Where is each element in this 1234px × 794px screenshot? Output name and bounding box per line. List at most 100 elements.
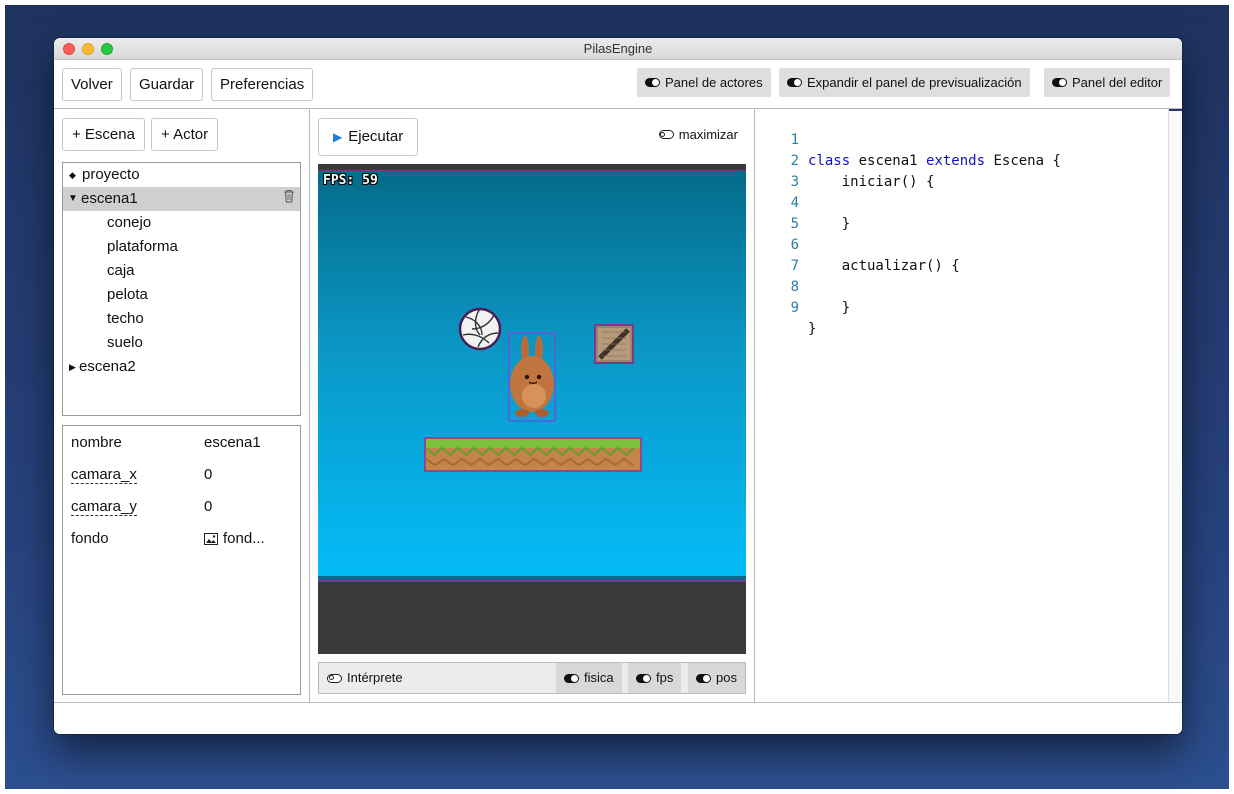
toggle-on-icon	[1052, 78, 1067, 87]
tree-item-actor[interactable]: pelota	[63, 283, 300, 307]
interpreter-toggle[interactable]: Intérprete	[327, 663, 403, 693]
toggle-on-icon	[787, 78, 802, 87]
status-bar	[54, 702, 1182, 734]
tree-item-label: caja	[107, 262, 135, 279]
tree-item-actor[interactable]: suelo	[63, 331, 300, 355]
code-editor[interactable]: 1 class escena1 extends Escena { 2 inici…	[755, 109, 1182, 702]
keyword: class	[808, 153, 851, 169]
property-value[interactable]: escena1	[204, 434, 261, 451]
property-value-image[interactable]: fond...	[204, 530, 265, 547]
toggle-on-icon	[564, 673, 579, 683]
code-line: 1 class escena1 extends Escena {	[755, 109, 1061, 169]
code-line: 2 iniciar() {	[755, 130, 935, 190]
preview-bottom-bar: Intérprete fisica fps pos	[318, 662, 746, 694]
ball-actor[interactable]	[458, 307, 502, 351]
image-icon	[204, 532, 218, 545]
physics-label: fisica	[584, 670, 614, 685]
code-text: Escena {	[985, 153, 1061, 169]
add-actor-button[interactable]: + Actor	[151, 118, 219, 151]
physics-toggle[interactable]: fisica	[556, 663, 622, 693]
property-value[interactable]: 0	[204, 498, 212, 515]
preview-panel: ▶ Ejecutar maximizar FPS: 59 Intérprete …	[310, 109, 755, 702]
code-line: 6 actualizar() {	[755, 214, 960, 274]
minimize-window-button[interactable]	[82, 43, 94, 55]
zoom-window-button[interactable]	[101, 43, 113, 55]
tree-item-actor[interactable]: plataforma	[63, 235, 300, 259]
platform-actor[interactable]	[424, 437, 642, 472]
close-window-button[interactable]	[63, 43, 75, 55]
tree-item-escena1[interactable]: ▼ escena1	[63, 187, 300, 211]
code-text: escena1	[850, 153, 927, 169]
tree-item-label: conejo	[107, 214, 152, 231]
properties-panel: nombre escena1 camara_x 0 camara_y 0 fon…	[62, 425, 301, 695]
property-value: fond...	[223, 530, 265, 547]
save-button[interactable]: Guardar	[130, 68, 204, 101]
code-line: 3	[755, 151, 806, 190]
code-text: }	[808, 321, 817, 337]
line-number: 9	[790, 300, 799, 316]
property-key: camara_y	[71, 498, 137, 516]
toggle-actors-panel[interactable]: Panel de actores	[637, 68, 771, 97]
run-label: Ejecutar	[348, 128, 404, 145]
toggle-actors-label: Panel de actores	[665, 75, 763, 90]
tree-item-label: escena2	[79, 358, 136, 375]
interpreter-label: Intérprete	[347, 670, 403, 685]
pos-toggle[interactable]: pos	[688, 663, 745, 693]
diamond-icon: ◆	[69, 170, 76, 180]
chevron-down-icon[interactable]: ▼	[68, 187, 78, 211]
game-canvas[interactable]: FPS: 59	[318, 164, 746, 654]
property-key: fondo	[71, 530, 109, 547]
tree-item-actor[interactable]: techo	[63, 307, 300, 331]
tree-item-label: pelota	[107, 286, 148, 303]
tree-item-label: proyecto	[82, 166, 140, 183]
run-button[interactable]: ▶ Ejecutar	[318, 118, 418, 156]
tree-item-escena2[interactable]: ▶ escena2	[63, 355, 300, 379]
tree-item-project[interactable]: ◆ proyecto	[63, 163, 300, 187]
property-value[interactable]: 0	[204, 466, 212, 483]
fps-toggle[interactable]: fps	[628, 663, 682, 693]
toggle-editor-label: Panel del editor	[1072, 75, 1163, 90]
property-row: fondo fond...	[71, 530, 296, 554]
preferences-button[interactable]: Preferencias	[211, 68, 314, 101]
toggle-preview-label: Expandir el panel de previsualización	[807, 75, 1022, 90]
maximize-label: maximizar	[678, 127, 738, 142]
code-text: iniciar() {	[808, 174, 935, 190]
crate-actor[interactable]	[594, 324, 634, 364]
toggle-on-icon	[645, 78, 660, 87]
toggle-off-icon	[327, 673, 342, 683]
trash-icon[interactable]	[283, 187, 295, 211]
actors-panel: + Escena + Actor ◆ proyecto ▼ escena1 co…	[54, 109, 310, 702]
tree-item-label: plataforma	[107, 238, 178, 255]
property-row: nombre escena1	[71, 434, 296, 458]
code-text: actualizar() {	[808, 258, 960, 274]
tree-item-label: escena1	[81, 190, 138, 207]
fps-counter: FPS: 59	[323, 173, 378, 188]
editor-scrollbar[interactable]	[1168, 109, 1182, 702]
keyword: extends	[926, 153, 986, 169]
code-line: 4 }	[755, 172, 851, 232]
tree-item-actor[interactable]: conejo	[63, 211, 300, 235]
maximize-toggle[interactable]: maximizar	[658, 127, 738, 142]
tree-item-label: techo	[107, 310, 144, 327]
main-toolbar: Volver Guardar Preferencias Panel de act…	[54, 60, 1182, 109]
code-text: }	[808, 216, 851, 232]
back-button[interactable]: Volver	[62, 68, 122, 101]
fps-label: fps	[656, 670, 674, 685]
toggle-on-icon	[696, 673, 711, 683]
app-window: PilasEngine Volver Guardar Preferencias …	[54, 38, 1182, 734]
add-scene-button[interactable]: + Escena	[62, 118, 145, 151]
property-key: nombre	[71, 434, 122, 451]
property-key: camara_x	[71, 466, 137, 484]
chevron-right-icon[interactable]: ▶	[69, 355, 76, 379]
code-text: }	[808, 300, 851, 316]
bunny-actor[interactable]	[508, 332, 556, 422]
pos-label: pos	[716, 670, 737, 685]
tree-item-label: suelo	[107, 334, 143, 351]
toggle-editor-panel[interactable]: Panel del editor	[1044, 68, 1171, 97]
tree-item-actor[interactable]: caja	[63, 259, 300, 283]
scene-tree: ◆ proyecto ▼ escena1 conejo plataforma c…	[62, 162, 301, 416]
title-bar: PilasEngine	[54, 38, 1182, 60]
property-row: camara_x 0	[71, 466, 296, 490]
floor-actor[interactable]	[318, 576, 746, 582]
toggle-preview-panel[interactable]: Expandir el panel de previsualización	[779, 68, 1030, 97]
